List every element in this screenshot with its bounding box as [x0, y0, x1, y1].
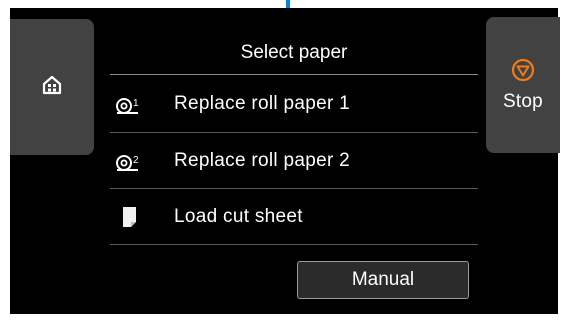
roll-paper-1-icon: 1 [114, 89, 144, 119]
option-label: Replace roll paper 1 [174, 92, 351, 114]
stop-icon [511, 58, 535, 87]
stop-label: Stop [503, 90, 543, 112]
option-label: Replace roll paper 2 [174, 149, 351, 171]
home-icon [41, 74, 63, 101]
option-label: Load cut sheet [174, 205, 303, 227]
manual-button[interactable]: Manual [297, 261, 469, 299]
stop-button[interactable]: Stop [486, 17, 560, 153]
option-replace-roll-paper-2[interactable]: 2 Replace roll paper 2 [110, 133, 478, 188]
page-title: Select paper [240, 42, 348, 63]
home-button[interactable] [10, 19, 94, 155]
svg-text:2: 2 [133, 155, 139, 166]
title-divider [110, 74, 478, 75]
svg-text:1: 1 [133, 98, 139, 109]
roll-paper-2-icon: 2 [114, 146, 144, 176]
touch-screen: Stop Select paper 1 Replace roll paper 1… [10, 8, 560, 314]
cut-sheet-icon [114, 202, 144, 232]
option-replace-roll-paper-1[interactable]: 1 Replace roll paper 1 [110, 76, 478, 131]
option-divider [110, 244, 478, 245]
option-load-cut-sheet[interactable]: Load cut sheet [110, 189, 478, 244]
